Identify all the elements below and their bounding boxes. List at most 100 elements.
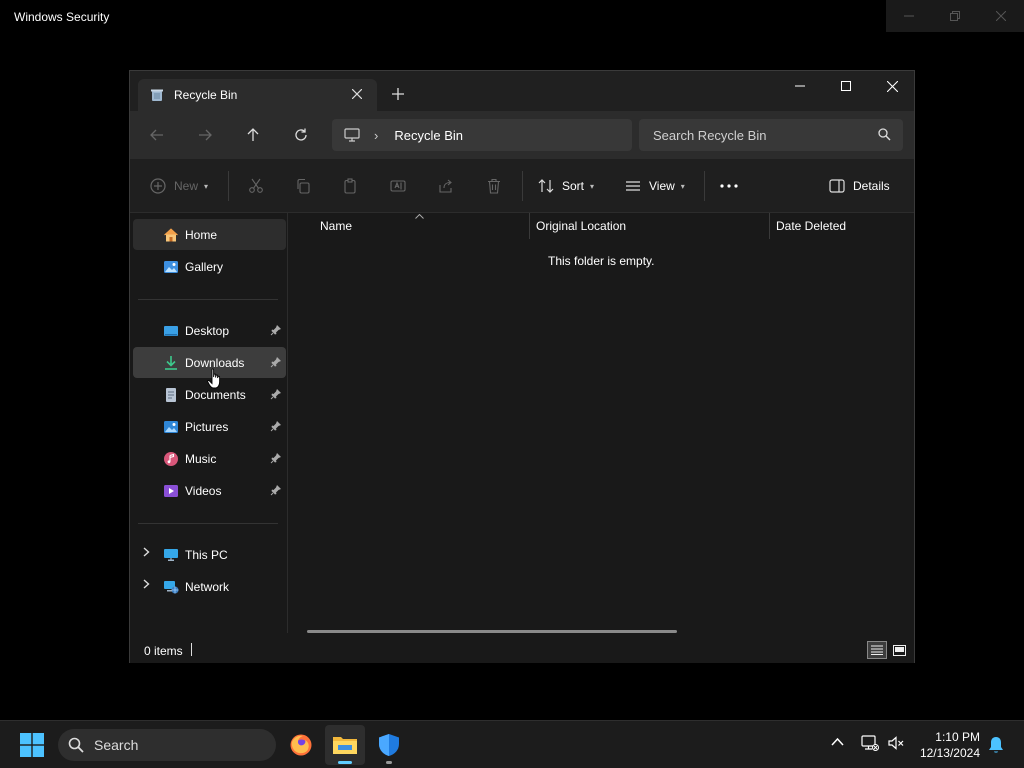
forward-button[interactable] (192, 123, 218, 147)
sidebar-item-label: Home (185, 228, 218, 242)
toolbar-divider (522, 171, 523, 201)
search-placeholder: Search Recycle Bin (653, 127, 767, 143)
copy-button[interactable] (295, 174, 311, 198)
bg-restore-button[interactable] (932, 0, 978, 32)
taskbar-search-box[interactable]: Search (58, 729, 276, 761)
windows-logo-icon (20, 733, 44, 757)
bg-minimize-button[interactable] (886, 0, 932, 32)
taskbar-app-firefox[interactable] (281, 725, 321, 765)
column-header-name[interactable]: Name (320, 213, 352, 239)
sidebar-item-label: Music (185, 452, 217, 466)
item-count: 0 items (144, 644, 183, 658)
computer-icon (164, 549, 178, 561)
sidebar-item-gallery[interactable]: Gallery (133, 251, 286, 282)
details-pane-button[interactable]: Details (829, 174, 890, 198)
music-icon (164, 452, 178, 466)
paste-button[interactable] (342, 174, 358, 198)
arrow-up-icon (247, 128, 259, 141)
start-button[interactable] (20, 733, 44, 757)
trash-icon (488, 178, 500, 194)
sidebar-item-pictures[interactable]: Pictures (133, 411, 286, 442)
column-header-original-location[interactable]: Original Location (536, 213, 626, 239)
share-button[interactable] (438, 174, 454, 198)
view-list-icon (626, 181, 640, 191)
tab-recycle-bin[interactable]: Recycle Bin (138, 79, 377, 111)
chevron-right-icon[interactable] (143, 579, 150, 592)
breadcrumb-recycle-bin[interactable]: Recycle Bin (394, 128, 463, 143)
new-label: New (174, 179, 199, 193)
column-divider[interactable] (529, 213, 530, 239)
document-icon (166, 388, 176, 402)
new-tab-button[interactable] (392, 85, 404, 103)
copy-icon (297, 178, 310, 194)
tab-label: Recycle Bin (174, 88, 238, 102)
back-button[interactable] (144, 123, 170, 147)
file-explorer-window: Recycle Bin › Recycle Bin Search Recycle… (129, 70, 915, 663)
minimize-icon (795, 85, 805, 87)
navigation-pane: Home Gallery Desktop Downloads Documents… (130, 213, 288, 633)
file-list-pane: Name Original Location Date Deleted This… (289, 213, 915, 633)
taskbar-app-file-explorer[interactable] (325, 725, 365, 765)
maximize-button[interactable] (823, 71, 869, 101)
view-label: View (649, 179, 675, 193)
sidebar-item-label: Desktop (185, 324, 230, 338)
show-hidden-icons-button[interactable] (831, 735, 844, 749)
taskbar: Search 1:10 PM 12/13/2024 (0, 720, 1024, 768)
sidebar-item-music[interactable]: Music (133, 443, 286, 474)
active-app-indicator (338, 761, 352, 764)
scissors-icon (249, 178, 263, 193)
new-button[interactable]: New ▾ (150, 174, 208, 198)
notifications-button[interactable] (988, 736, 1004, 757)
refresh-button[interactable] (288, 123, 314, 147)
chevron-up-icon (831, 737, 844, 746)
details-view-button[interactable] (867, 641, 887, 659)
tab-close-button[interactable] (349, 86, 365, 102)
hand-cursor-icon (207, 368, 221, 389)
sidebar-divider (138, 523, 278, 524)
sidebar-item-this-pc[interactable]: This PC (133, 539, 286, 570)
arrow-right-icon (199, 129, 212, 141)
sidebar-item-home[interactable]: Home (133, 219, 286, 250)
minimize-button[interactable] (777, 71, 823, 101)
chevron-right-icon[interactable] (143, 547, 150, 560)
taskbar-search-label: Search (94, 737, 139, 753)
share-icon (439, 179, 452, 193)
sidebar-item-network[interactable]: Network (133, 571, 286, 602)
sidebar-item-desktop[interactable]: Desktop (133, 315, 286, 346)
column-header-date-deleted[interactable]: Date Deleted (776, 213, 846, 239)
bg-close-button[interactable] (978, 0, 1024, 32)
sidebar-item-label: Documents (185, 388, 246, 402)
horizontal-scrollbar[interactable] (307, 630, 677, 633)
tiles-view-button[interactable] (889, 641, 909, 659)
search-box[interactable]: Search Recycle Bin (639, 119, 903, 151)
cut-button[interactable] (248, 174, 264, 198)
sort-button[interactable]: Sort ▾ (538, 174, 594, 198)
download-icon (165, 356, 177, 370)
home-icon (164, 228, 178, 242)
view-button[interactable]: View ▾ (625, 174, 685, 198)
more-options-button[interactable] (720, 174, 738, 198)
address-bar[interactable]: › Recycle Bin (332, 119, 632, 151)
network-status-button[interactable] (861, 734, 879, 755)
system-clock[interactable]: 1:10 PM 12/13/2024 (920, 729, 980, 761)
close-button[interactable] (869, 71, 915, 101)
chevron-right-icon[interactable]: › (374, 128, 378, 143)
paste-icon (344, 178, 356, 194)
taskbar-app-windows-security[interactable] (369, 725, 409, 765)
sidebar-item-label: This PC (185, 548, 228, 562)
gallery-icon (164, 261, 178, 273)
sidebar-item-videos[interactable]: Videos (133, 475, 286, 506)
rename-button[interactable] (390, 174, 406, 198)
ellipsis-icon (720, 184, 738, 188)
arrow-left-icon (150, 129, 163, 141)
tab-bar: Recycle Bin (130, 71, 914, 111)
delete-button[interactable] (486, 174, 502, 198)
column-divider[interactable] (769, 213, 770, 239)
chevron-down-icon: ▾ (680, 181, 685, 191)
up-button[interactable] (240, 123, 266, 147)
volume-button[interactable] (887, 734, 905, 755)
speaker-muted-icon (888, 736, 904, 750)
sort-ascending-icon (415, 211, 424, 221)
pin-icon (270, 421, 281, 432)
details-pane-icon (829, 179, 845, 193)
